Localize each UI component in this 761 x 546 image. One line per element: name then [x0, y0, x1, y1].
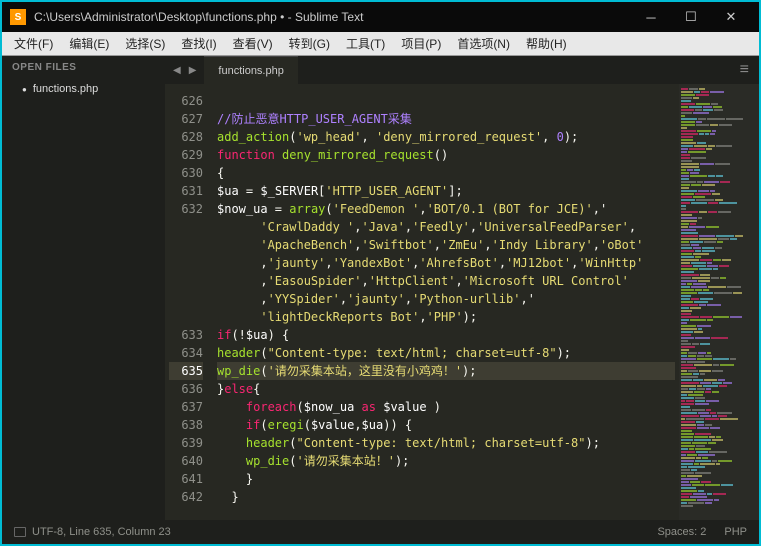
- menu-find[interactable]: 查找(I): [173, 33, 224, 54]
- statusbar: UTF-8, Line 635, Column 23 Spaces: 2 PHP: [2, 520, 759, 544]
- close-button[interactable]: ✕: [711, 3, 751, 31]
- menu-project[interactable]: 项目(P): [393, 33, 449, 54]
- line-gutter: 6266276286296306316326336346356366376386…: [165, 84, 213, 520]
- sidebar-file-item[interactable]: functions.php: [2, 79, 165, 99]
- menu-file[interactable]: 文件(F): [6, 33, 61, 54]
- tab-menu-icon[interactable]: ≡: [730, 56, 759, 84]
- tabbar: ◀ ▶ functions.php ≡: [165, 56, 759, 84]
- sidebar: OPEN FILES functions.php: [2, 56, 165, 520]
- app-window: S C:\Users\Administrator\Desktop\functio…: [0, 0, 761, 546]
- window-title: C:\Users\Administrator\Desktop\functions…: [34, 10, 631, 24]
- titlebar: S C:\Users\Administrator\Desktop\functio…: [2, 2, 759, 32]
- minimize-button[interactable]: ─: [631, 3, 671, 31]
- menu-tools[interactable]: 工具(T): [338, 33, 393, 54]
- menu-edit[interactable]: 编辑(E): [61, 33, 117, 54]
- menu-goto[interactable]: 转到(G): [281, 33, 338, 54]
- app-icon: S: [10, 9, 26, 25]
- status-panel-icon[interactable]: [14, 527, 26, 537]
- editor-area: ◀ ▶ functions.php ≡ 62662762862963063163…: [165, 56, 759, 520]
- menu-help[interactable]: 帮助(H): [518, 33, 575, 54]
- menu-view[interactable]: 查看(V): [225, 33, 281, 54]
- tab-prev-icon[interactable]: ◀: [171, 63, 183, 78]
- main-area: OPEN FILES functions.php ◀ ▶ functions.p…: [2, 56, 759, 520]
- maximize-button[interactable]: ☐: [671, 3, 711, 31]
- code-container: 6266276286296306316326336346356366376386…: [165, 84, 759, 520]
- tab-next-icon[interactable]: ▶: [187, 63, 199, 78]
- code-editor[interactable]: //防止恶意HTTP_USER_AGENT采集add_action('wp_he…: [213, 84, 679, 520]
- status-spaces[interactable]: Spaces: 2: [657, 526, 706, 538]
- tab-functions[interactable]: functions.php: [204, 56, 297, 84]
- status-lang[interactable]: PHP: [724, 526, 747, 538]
- minimap[interactable]: [679, 84, 759, 520]
- status-encoding[interactable]: UTF-8, Line 635, Column 23: [32, 526, 171, 538]
- menubar: 文件(F) 编辑(E) 选择(S) 查找(I) 查看(V) 转到(G) 工具(T…: [2, 32, 759, 56]
- sidebar-header: OPEN FILES: [2, 56, 165, 79]
- menu-prefs[interactable]: 首选项(N): [449, 33, 518, 54]
- menu-select[interactable]: 选择(S): [117, 33, 173, 54]
